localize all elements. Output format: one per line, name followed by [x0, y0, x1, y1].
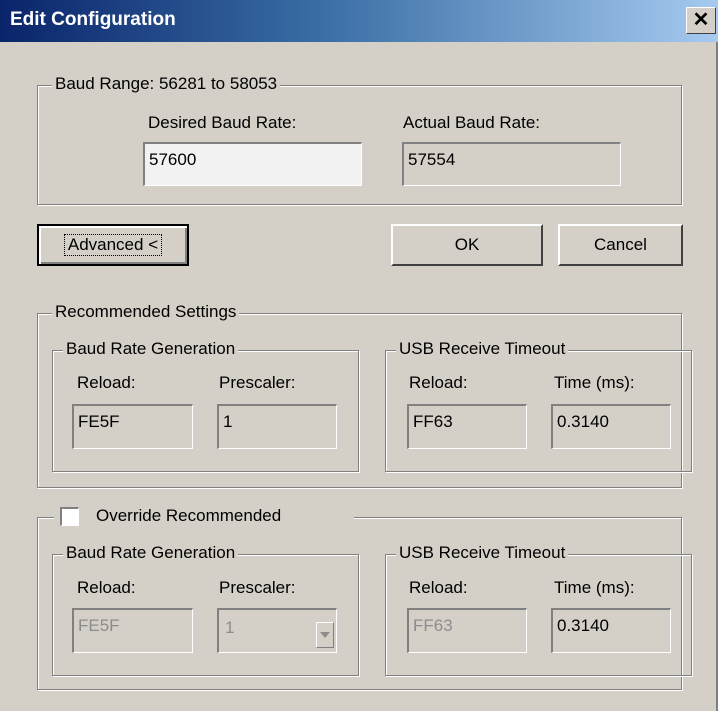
recommended-usb-reload-label: Reload: [409, 373, 468, 392]
override-usb-timeout-legend: USB Receive Timeout [396, 543, 569, 563]
override-baud-generation-legend: Baud Rate Generation [63, 543, 239, 563]
override-prescaler-text: 1 [225, 618, 235, 637]
recommended-reload-field: FE5F [72, 404, 193, 449]
recommended-time-field: 0.3140 [551, 404, 671, 449]
dialog-title: Edit Configuration [10, 9, 176, 30]
recommended-baud-generation-legend: Baud Rate Generation [63, 339, 239, 359]
cancel-button[interactable]: Cancel [558, 224, 683, 266]
override-usb-reload-input[interactable]: FF63 [407, 608, 527, 653]
recommended-settings-legend: Recommended Settings [52, 302, 240, 322]
advanced-button[interactable]: Advanced < [37, 224, 189, 266]
override-label[interactable]: Override Recommended [96, 506, 281, 526]
override-prescaler-label: Prescaler: [219, 578, 296, 597]
override-header: Override Recommended [54, 505, 354, 529]
override-time-label: Time (ms): [554, 578, 635, 597]
override-checkbox[interactable] [60, 507, 79, 526]
recommended-prescaler-label: Prescaler: [219, 373, 296, 392]
title-bar: Edit Configuration ✕ [0, 0, 718, 42]
desired-baud-label: Desired Baud Rate: [148, 113, 297, 132]
close-button[interactable]: ✕ [686, 7, 716, 34]
actual-baud-field: 57554 [402, 142, 621, 186]
recommended-usb-reload-field: FF63 [407, 404, 527, 449]
recommended-time-label: Time (ms): [554, 373, 635, 392]
override-prescaler-select[interactable]: 1 [217, 608, 337, 653]
actual-baud-label: Actual Baud Rate: [403, 113, 541, 132]
ok-button[interactable]: OK [391, 224, 543, 266]
close-icon: ✕ [692, 9, 710, 31]
recommended-reload-label: Reload: [77, 373, 136, 392]
desired-baud-input[interactable]: 57600 [143, 142, 362, 186]
recommended-usb-timeout-legend: USB Receive Timeout [396, 339, 569, 359]
override-reload-label: Reload: [77, 578, 136, 597]
recommended-prescaler-field: 1 [217, 404, 337, 449]
chevron-down-icon[interactable] [316, 622, 334, 648]
advanced-button-label: Advanced < [63, 234, 163, 256]
override-reload-input[interactable]: FE5F [72, 608, 193, 653]
override-usb-reload-label: Reload: [409, 578, 468, 597]
baud-range-legend: Baud Range: 56281 to 58053 [52, 74, 281, 94]
override-time-input[interactable]: 0.3140 [551, 608, 671, 653]
edit-configuration-dialog: Edit Configuration ✕ Baud Range: 56281 t… [0, 0, 718, 711]
